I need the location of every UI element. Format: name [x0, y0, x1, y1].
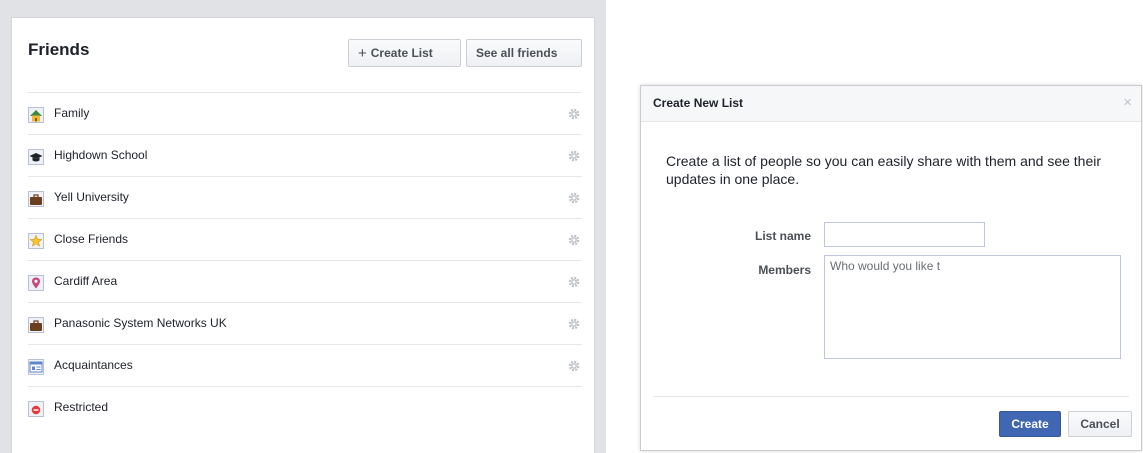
friend-list-item-family[interactable]: Family	[28, 92, 582, 134]
star-icon	[28, 233, 44, 249]
create-button[interactable]: Create	[999, 411, 1061, 437]
gear-icon[interactable]	[566, 148, 582, 164]
screenshot-stage: Friends + Create List See all friends Fam…	[0, 0, 1143, 453]
friend-list-label: Yell University	[54, 190, 129, 204]
graduation-cap-icon	[28, 149, 44, 165]
friend-list-label: Panasonic System Networks UK	[54, 316, 227, 330]
friend-list-item-restricted[interactable]: Restricted	[28, 386, 582, 428]
members-input[interactable]	[824, 255, 1121, 359]
friend-list-item-cardiff-area[interactable]: Cardiff Area	[28, 260, 582, 302]
friends-panel-background: Friends + Create List See all friends Fam…	[0, 0, 606, 453]
friend-list-item-panasonic[interactable]: Panasonic System Networks UK	[28, 302, 582, 344]
gear-icon[interactable]	[566, 190, 582, 206]
house-icon	[28, 107, 44, 123]
dialog-header: Create New List ×	[641, 86, 1141, 122]
friend-list-item-highdown-school[interactable]: Highdown School	[28, 134, 582, 176]
friend-list-label: Restricted	[54, 400, 109, 414]
friend-list-label: Close Friends	[54, 232, 129, 246]
gear-icon[interactable]	[566, 106, 582, 122]
friend-list-label: Family	[54, 106, 90, 120]
dialog-footer-divider	[653, 396, 1129, 397]
friend-list-item-acquaintances[interactable]: Acquaintances	[28, 344, 582, 386]
gear-icon[interactable]	[566, 316, 582, 332]
friend-list-label: Cardiff Area	[54, 274, 118, 288]
friends-panel: Friends + Create List See all friends Fam…	[11, 17, 595, 453]
friend-list-item-yell-university[interactable]: Yell University	[28, 176, 582, 218]
close-icon[interactable]: ×	[1123, 94, 1132, 111]
plus-icon: +	[358, 45, 367, 62]
briefcase-icon	[28, 191, 44, 207]
restricted-icon	[28, 401, 44, 417]
gear-icon[interactable]	[566, 232, 582, 248]
gear-icon[interactable]	[566, 274, 582, 290]
create-list-dialog: Create New List × Create a list of peopl…	[640, 85, 1142, 451]
friend-list-label: Acquaintances	[54, 358, 133, 372]
briefcase-icon	[28, 317, 44, 333]
friend-list-item-close-friends[interactable]: Close Friends	[28, 218, 582, 260]
list-name-input[interactable]	[824, 222, 985, 247]
dialog-title: Create New List	[653, 96, 744, 110]
cancel-button[interactable]: Cancel	[1068, 411, 1132, 437]
acquaintances-icon	[28, 359, 44, 375]
see-all-friends-button[interactable]: See all friends	[466, 39, 582, 67]
list-name-label: List name	[754, 229, 811, 243]
create-list-label: Create List	[370, 46, 433, 60]
friend-lists: Family Highdown School Yell University C…	[28, 92, 582, 428]
map-pin-icon	[28, 275, 44, 291]
dialog-description: Create a list of people so you can easil…	[666, 153, 1102, 187]
gear-icon[interactable]	[566, 358, 582, 374]
friends-title: Friends	[28, 40, 90, 59]
friends-header: Friends + Create List See all friends	[12, 18, 594, 92]
members-label: Members	[758, 263, 811, 277]
create-list-button[interactable]: + Create List	[348, 39, 461, 67]
friend-list-label: Highdown School	[54, 148, 148, 162]
